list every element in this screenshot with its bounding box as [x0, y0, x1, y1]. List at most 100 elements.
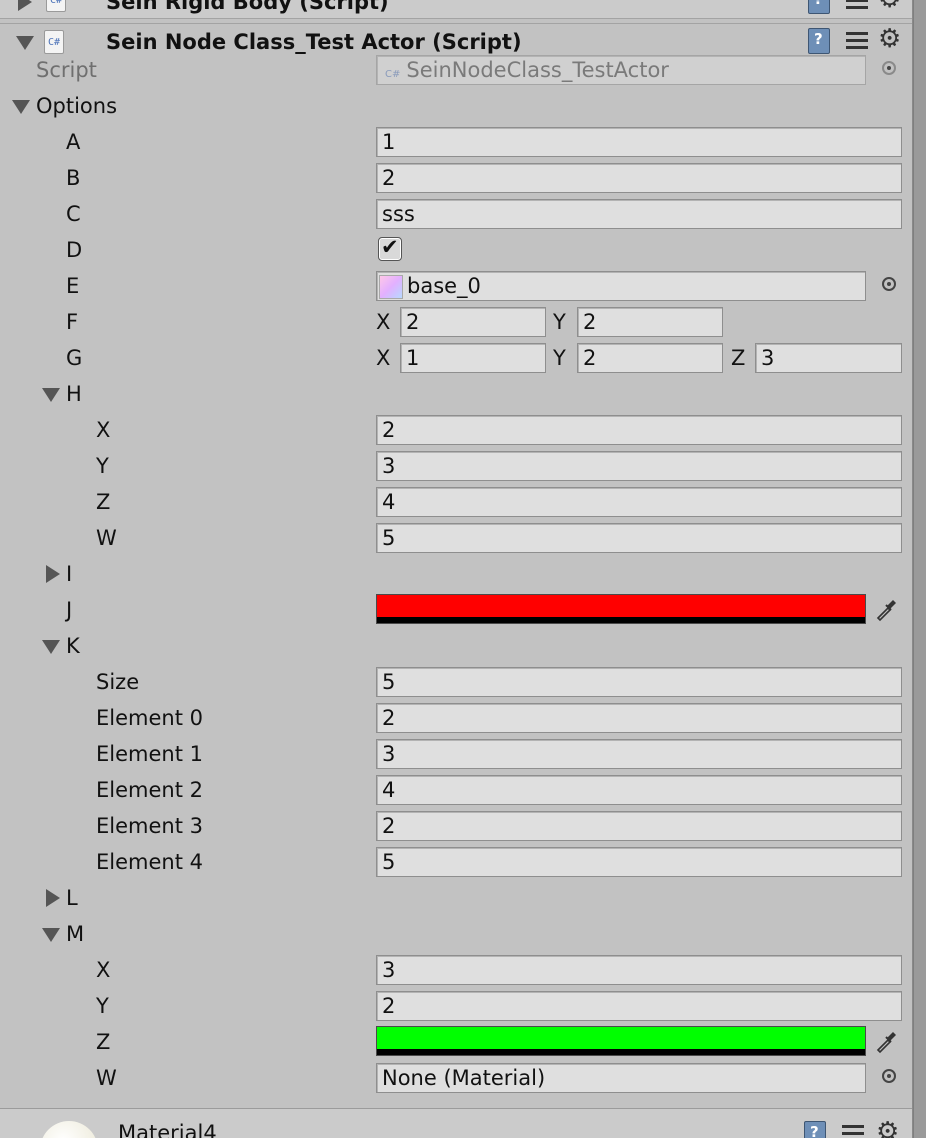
gear-icon[interactable]: ⚙ — [878, 0, 906, 12]
next-component-header[interactable]: Material4 ⚙ — [0, 1108, 912, 1138]
field-label: Element 1 — [96, 742, 203, 766]
field-label: M — [66, 922, 85, 946]
array-element-row: Element 1 3 — [0, 736, 912, 772]
scrollbar[interactable] — [913, 0, 926, 1138]
preset-sliders-icon[interactable] — [846, 0, 870, 14]
object-field-e[interactable]: base_0 — [376, 271, 866, 301]
foldout-arrow-icon[interactable] — [42, 640, 60, 654]
help-book-icon[interactable] — [804, 1121, 826, 1138]
object-picker-icon[interactable] — [882, 277, 896, 291]
field-row-m-z: Z — [0, 1024, 912, 1060]
float-field-m-y[interactable]: 2 — [376, 991, 902, 1021]
field-label: Element 0 — [96, 706, 203, 730]
foldout-arrow-icon[interactable] — [42, 388, 60, 402]
field-row-e: E base_0 — [0, 268, 912, 304]
float-field-m-x[interactable]: 3 — [376, 955, 902, 985]
foldout-arrow-icon[interactable] — [12, 100, 30, 114]
color-field-j[interactable] — [376, 594, 866, 624]
field-row-m-x: X 3 — [0, 952, 912, 988]
field-label: L — [66, 886, 78, 910]
foldout-m[interactable]: M — [0, 916, 912, 952]
float-field-h-w[interactable]: 5 — [376, 523, 902, 553]
prev-component-title: Sein Rigid Body (Script) — [106, 0, 389, 14]
field-label: E — [66, 274, 80, 298]
field-row-f: F X 2 Y 2 — [0, 304, 912, 340]
field-row-h-z: Z 4 — [0, 484, 912, 520]
checkbox-d[interactable] — [378, 235, 402, 261]
vector-z-label: Z — [731, 346, 746, 370]
field-label: X — [96, 958, 111, 982]
preset-sliders-icon[interactable] — [842, 1121, 866, 1138]
eyedropper-icon[interactable] — [874, 598, 898, 622]
foldout-k[interactable]: K — [0, 628, 912, 664]
field-row-h-y: Y 3 — [0, 448, 912, 484]
vector-x-field[interactable]: 1 — [400, 343, 546, 373]
alpha-bar — [377, 1049, 865, 1055]
array-element-field[interactable]: 4 — [376, 775, 902, 805]
object-picker-icon[interactable] — [882, 1069, 896, 1083]
prev-component-header[interactable]: C# Sein Rigid Body (Script) ⚙ — [0, 0, 912, 19]
field-row-a: A 1 — [0, 124, 912, 160]
foldout-arrow-icon[interactable] — [42, 928, 60, 942]
field-row-m-w: W None (Material) — [0, 1060, 912, 1096]
help-book-icon[interactable] — [808, 0, 830, 14]
field-label: Element 3 — [96, 814, 203, 838]
float-field-h-z[interactable]: 4 — [376, 487, 902, 517]
foldout-arrow-icon[interactable] — [46, 565, 60, 583]
vector-y-label: Y — [553, 310, 566, 334]
field-label: C — [66, 202, 81, 226]
cs-script-icon: C# — [46, 0, 66, 12]
field-label: Z — [96, 1030, 111, 1054]
field-label: K — [66, 634, 80, 658]
vector-x-field[interactable]: 2 — [400, 307, 546, 337]
foldout-i[interactable]: I — [0, 556, 912, 592]
int-field-a[interactable]: 1 — [376, 127, 902, 157]
field-label: W — [96, 526, 117, 550]
array-element-row: Element 3 2 — [0, 808, 912, 844]
foldout-arrow-icon[interactable] — [16, 36, 34, 50]
object-picker-icon[interactable] — [882, 61, 896, 75]
int-field-b[interactable]: 2 — [376, 163, 902, 193]
color-swatch — [377, 1027, 865, 1049]
field-row-g: G X 1 Y 2 Z 3 — [0, 340, 912, 376]
array-element-field[interactable]: 3 — [376, 739, 902, 769]
field-label: Size — [96, 670, 140, 694]
preset-sliders-icon[interactable] — [846, 28, 870, 54]
gear-icon[interactable]: ⚙ — [878, 26, 906, 52]
vector-x-label: X — [376, 310, 391, 334]
vector-z-field[interactable]: 3 — [755, 343, 902, 373]
array-element-field[interactable]: 5 — [376, 847, 902, 877]
array-size-field[interactable]: 5 — [376, 667, 902, 697]
script-row: Script C# SeinNodeClass_TestActor — [0, 52, 912, 88]
vector-y-field[interactable]: 2 — [577, 307, 723, 337]
field-row-k-size: Size 5 — [0, 664, 912, 700]
vector-y-field[interactable]: 2 — [577, 343, 723, 373]
foldout-arrow-icon[interactable] — [46, 889, 60, 907]
eyedropper-icon[interactable] — [874, 1030, 898, 1054]
options-foldout[interactable]: Options — [0, 88, 912, 124]
field-label: G — [66, 346, 83, 370]
text-field-c[interactable]: sss — [376, 199, 902, 229]
field-label: H — [66, 382, 82, 406]
color-field-m-z[interactable] — [376, 1026, 866, 1056]
field-row-c: C sss — [0, 196, 912, 232]
object-field-value: base_0 — [407, 274, 481, 298]
field-label: Element 2 — [96, 778, 203, 802]
field-label: I — [66, 562, 73, 586]
cs-script-icon: C# — [44, 30, 64, 54]
array-element-row: Element 2 4 — [0, 772, 912, 808]
foldout-h[interactable]: H — [0, 376, 912, 412]
foldout-arrow-icon[interactable] — [18, 0, 32, 11]
gear-icon[interactable]: ⚙ — [876, 1119, 904, 1138]
field-row-b: B 2 — [0, 160, 912, 196]
cs-script-icon: C# — [385, 69, 401, 80]
float-field-h-y[interactable]: 3 — [376, 451, 902, 481]
field-row-m-y: Y 2 — [0, 988, 912, 1024]
foldout-l[interactable]: L — [0, 880, 912, 916]
float-field-h-x[interactable]: 2 — [376, 415, 902, 445]
object-field-m-w[interactable]: None (Material) — [376, 1063, 866, 1093]
help-book-icon[interactable] — [808, 28, 830, 54]
array-element-field[interactable]: 2 — [376, 703, 902, 733]
array-element-field[interactable]: 2 — [376, 811, 902, 841]
texture-thumbnail — [379, 275, 403, 299]
